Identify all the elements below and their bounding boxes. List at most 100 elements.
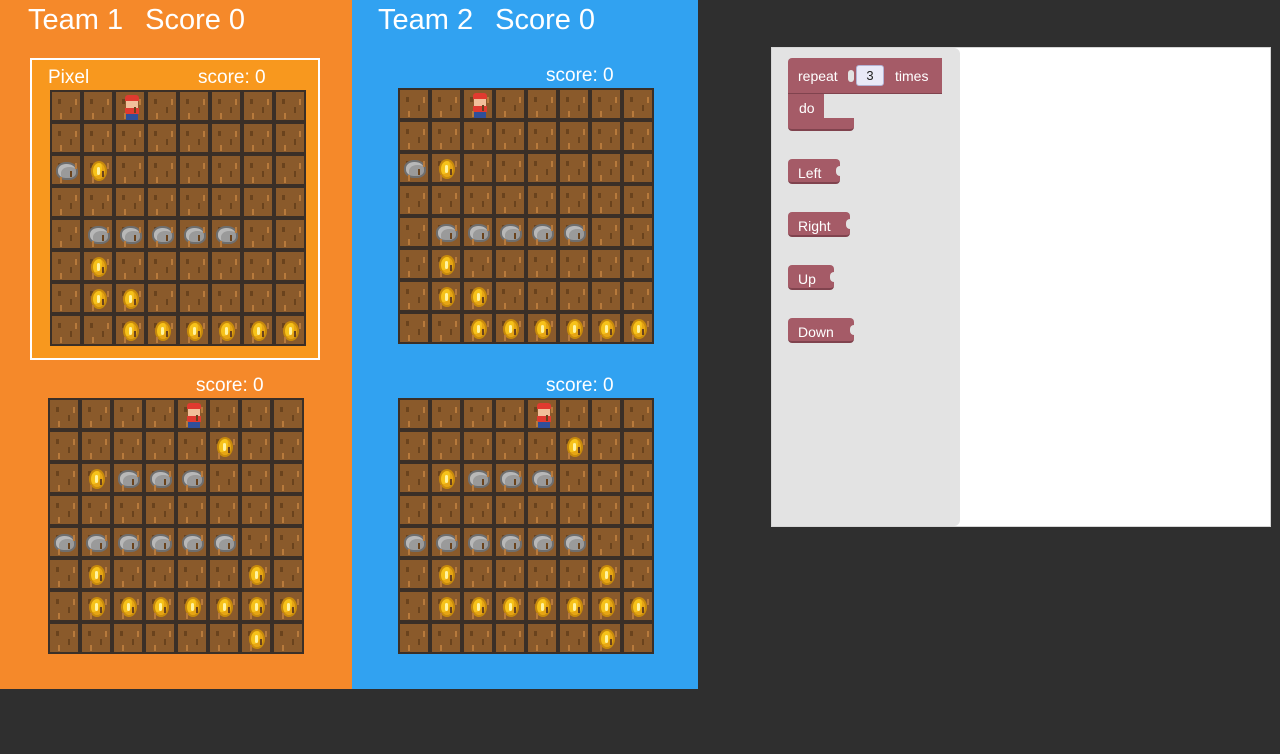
block-connector: [836, 166, 844, 176]
grid-cell: [494, 590, 526, 622]
grid-cell: [112, 622, 144, 654]
grid-cell: [50, 154, 82, 186]
grid-cell: [494, 398, 526, 430]
grid-cell: [494, 216, 526, 248]
grid-cell: [240, 430, 272, 462]
board-team2-1[interactable]: score: 0: [380, 58, 670, 360]
board-team2-2[interactable]: score: 0: [380, 368, 670, 670]
code-workspace[interactable]: repeat 3 times do Left Right Up Down: [771, 47, 1271, 527]
board-score: score: 0: [198, 67, 266, 88]
grid-cell: [144, 398, 176, 430]
grid-cell: [178, 218, 210, 250]
grid-cell: [208, 430, 240, 462]
rock-icon: [468, 534, 490, 552]
rock-icon: [468, 470, 490, 488]
grid-cell: [430, 590, 462, 622]
down-block-label: Down: [798, 324, 834, 340]
rock-icon: [214, 534, 236, 552]
grid-cell: [176, 398, 208, 430]
coin-icon: [567, 597, 583, 617]
grid-cell: [462, 430, 494, 462]
grid-cell: [462, 494, 494, 526]
rock-icon: [404, 160, 426, 178]
grid-cell: [398, 622, 430, 654]
grid-cell: [526, 312, 558, 344]
grid-cell: [622, 494, 654, 526]
grid-cell: [146, 314, 178, 346]
grid-cell: [526, 152, 558, 184]
repeat-block-bottom: [788, 118, 854, 131]
grid-cell: [430, 526, 462, 558]
grid-cell: [558, 152, 590, 184]
rock-icon: [56, 162, 78, 180]
grid-cell: [208, 526, 240, 558]
coin-icon: [89, 597, 105, 617]
board-team1-1[interactable]: Pixel score: 0: [30, 58, 320, 360]
block-toolbox: repeat 3 times do Left Right Up Down: [772, 48, 960, 526]
grid-cell: [112, 526, 144, 558]
grid-cell: [274, 90, 306, 122]
grid-cell: [622, 398, 654, 430]
coin-icon: [281, 597, 297, 617]
down-block[interactable]: Down: [788, 318, 858, 343]
grid-cell: [210, 314, 242, 346]
grid-cell: [80, 526, 112, 558]
coin-icon: [283, 321, 299, 341]
grid-cell: [494, 280, 526, 312]
rock-icon: [532, 224, 554, 242]
coin-icon: [91, 161, 107, 181]
grid-cell: [462, 398, 494, 430]
grid-cell: [430, 398, 462, 430]
grid-cell: [114, 314, 146, 346]
grid-cell: [462, 248, 494, 280]
repeat-block[interactable]: repeat 3 times do: [788, 58, 942, 131]
grid-cell: [112, 558, 144, 590]
grid-cell: [210, 250, 242, 282]
grid-cell: [622, 622, 654, 654]
coin-icon: [121, 597, 137, 617]
grid-cell: [48, 526, 80, 558]
up-block[interactable]: Up: [788, 265, 838, 290]
grid-cell: [178, 90, 210, 122]
repeat-count-input[interactable]: 3: [856, 65, 884, 86]
grid-cell: [144, 430, 176, 462]
rock-icon: [468, 224, 490, 242]
grid-cell: [80, 622, 112, 654]
grid-cell: [430, 430, 462, 462]
grid-cell: [430, 312, 462, 344]
block-connector: [846, 219, 854, 229]
board-team1-2[interactable]: score: 0: [30, 368, 320, 670]
grid-cell: [50, 314, 82, 346]
left-block[interactable]: Left: [788, 159, 844, 184]
grid-cell: [558, 494, 590, 526]
right-block[interactable]: Right: [788, 212, 854, 237]
grid-cell: [430, 216, 462, 248]
grid-cell: [430, 120, 462, 152]
coin-icon: [217, 597, 233, 617]
rock-icon: [500, 470, 522, 488]
grid-cell: [590, 216, 622, 248]
grid-cell: [462, 622, 494, 654]
grid-cell: [82, 218, 114, 250]
coin-icon: [249, 565, 265, 585]
grid-cell: [558, 398, 590, 430]
rock-icon: [120, 226, 142, 244]
grid-cell: [398, 88, 430, 120]
grid-cell: [622, 590, 654, 622]
grid-cell: [494, 494, 526, 526]
rock-icon: [118, 534, 140, 552]
grid-cell: [144, 590, 176, 622]
grid-cell: [80, 590, 112, 622]
grid-cell: [462, 152, 494, 184]
grid-cell: [558, 280, 590, 312]
grid-cell: [114, 154, 146, 186]
rock-icon: [436, 534, 458, 552]
coin-icon: [249, 629, 265, 649]
grid-cell: [50, 122, 82, 154]
grid-cell: [178, 154, 210, 186]
team-2-score: Score 0: [495, 4, 596, 36]
grid-cell: [240, 558, 272, 590]
grid-cell: [274, 218, 306, 250]
grid-cell: [622, 216, 654, 248]
grid-cell: [114, 250, 146, 282]
